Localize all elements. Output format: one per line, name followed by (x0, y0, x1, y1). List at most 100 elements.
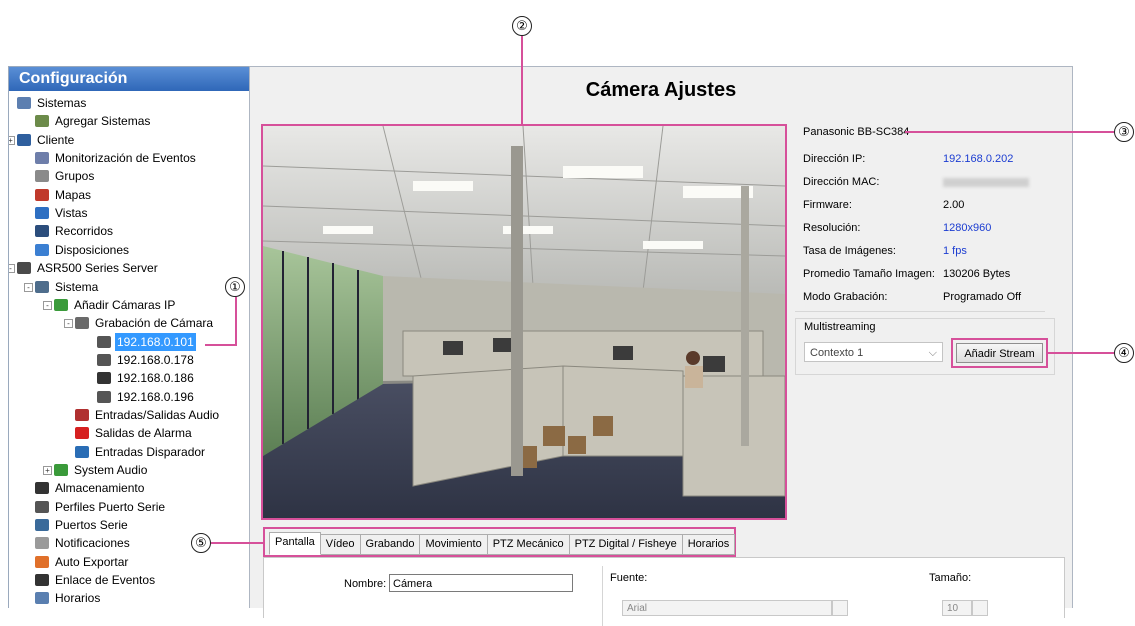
tree-item-label: 192.168.0.101 (115, 332, 196, 351)
tree-item-label: Mapas (55, 187, 92, 202)
tree-item-label: Recorridos (55, 224, 114, 239)
tree-item[interactable]: Salidas de Alarma (75, 424, 194, 442)
tree-item[interactable]: 192.168.0.101 (97, 332, 196, 351)
callout-3: ③ (1114, 122, 1134, 142)
callout-5: ⑤ (191, 533, 211, 553)
tree-item[interactable]: 192.168.0.196 (97, 388, 196, 406)
tree-expander[interactable]: - (24, 282, 33, 292)
size-select[interactable]: 10 (942, 600, 972, 616)
tree-item-label: Vistas (55, 206, 88, 221)
mac-address-blurred (943, 177, 1029, 187)
tree-item-label: Sistemas (37, 96, 87, 110)
tree-expander[interactable]: + (43, 466, 52, 475)
tree-item-label: Añadir Cámaras IP (74, 297, 176, 312)
tab-movimiento[interactable]: Movimiento (420, 534, 488, 555)
tree-item[interactable]: Enlace de Eventos (35, 571, 157, 589)
tree-expander[interactable]: - (9, 264, 15, 274)
stream-context-select[interactable]: Contexto 1 ⌵ (804, 342, 943, 362)
camera-recording-icon (75, 317, 89, 330)
tree-item[interactable]: Auto Exportar (35, 553, 130, 571)
tree-item[interactable]: System Audio (54, 461, 149, 479)
tree-item-label: Monitorización de Eventos (55, 151, 196, 166)
info-row-avg-image-size: Promedio Tamaño Imagen: 130206 Bytes (803, 268, 1011, 280)
event-monitor-icon (35, 152, 49, 165)
storage-icon (35, 482, 49, 495)
tab-ptz-digital-fisheye[interactable]: PTZ Digital / Fisheye (569, 534, 683, 555)
tours-icon (35, 225, 49, 238)
tree-item[interactable]: Añadir Cámaras IP (54, 296, 177, 314)
tree-item[interactable]: Almacenamiento (35, 479, 146, 497)
camera-info-panel: Panasonic BB-SC384 Dirección IP: 192.168.… (795, 121, 1045, 312)
tree-item[interactable]: Agregar Sistemas (35, 112, 152, 130)
tree-item-label: Auto Exportar (55, 554, 129, 569)
dome-camera-icon (97, 372, 111, 385)
tab-horarios[interactable]: Horarios (682, 534, 736, 555)
add-ip-camera-icon (54, 298, 68, 311)
tree-item[interactable]: Horarios (35, 589, 102, 607)
tree-item-label: System Audio (74, 463, 148, 477)
tree-item-label: ASR500 Series Server (37, 261, 158, 276)
tree-item[interactable]: Notificaciones (35, 534, 132, 552)
tree-item-label: 192.168.0.178 (117, 352, 194, 367)
tree-item-label: Almacenamiento (55, 481, 145, 496)
tab-ptz-mecanico[interactable]: PTZ Mecánico (487, 534, 570, 555)
tree-item-label: Entradas/Salidas Audio (95, 407, 220, 422)
auto-export-icon (35, 555, 49, 568)
tree-item[interactable]: Recorridos (35, 222, 115, 240)
multistreaming-label: Multistreaming (804, 321, 876, 333)
tree-item[interactable]: Grupos (35, 167, 96, 185)
groups-icon (35, 170, 49, 183)
add-system-icon (35, 115, 49, 128)
tree-item[interactable]: Disposiciones (35, 241, 131, 259)
settings-tabs: Pantalla Vídeo Grabando Movimiento PTZ M… (269, 532, 736, 555)
tree-item[interactable]: Monitorización de Eventos (35, 149, 198, 167)
callout-1-leader-h (205, 344, 237, 346)
tree-item-label: Grabación de Cámara (95, 316, 214, 331)
tree-item[interactable]: Entradas/Salidas Audio (75, 406, 221, 424)
tree-expander[interactable]: - (64, 319, 73, 329)
tree-item-label: Enlace de Eventos (55, 573, 156, 588)
tab-grabando[interactable]: Grabando (360, 534, 421, 555)
tab-pantalla[interactable]: Pantalla (269, 532, 321, 555)
font-select-arrow[interactable] (832, 600, 848, 616)
font-select[interactable]: Arial (622, 600, 832, 616)
tree-item[interactable]: Mapas (35, 186, 93, 204)
info-row-resolution: Resolución: 1280x960 (803, 222, 992, 234)
tree-item[interactable]: Sistema (35, 278, 100, 296)
tree-item[interactable]: Puertos Serie (35, 516, 130, 534)
systems-icon (17, 97, 31, 109)
chevron-down-icon: ⌵ (928, 347, 937, 359)
name-input[interactable]: Cámera (389, 574, 573, 592)
tree-item[interactable]: Perfiles Puerto Serie (35, 498, 167, 516)
notifications-icon (35, 537, 49, 550)
tree-item[interactable]: Cliente (17, 131, 76, 149)
callout-5-leader (211, 542, 263, 544)
size-select-arrow[interactable] (972, 600, 988, 616)
camera-live-preview (261, 124, 787, 520)
tree-item-label: Notificaciones (55, 536, 130, 551)
tree-item[interactable]: 192.168.0.178 (97, 351, 196, 369)
add-stream-button[interactable]: Añadir Stream (956, 343, 1043, 363)
camera-settings-panel: Cámera Ajustes Panasonic BB-SC384 Direcc… (249, 66, 1073, 626)
office-camera-image (263, 126, 785, 518)
callout-1-leader (235, 297, 237, 345)
callout-2: ② (512, 16, 532, 36)
tab-video[interactable]: Vídeo (320, 534, 361, 555)
font-label: Fuente: (610, 572, 648, 584)
info-row-ip: Dirección IP: 192.168.0.202 (803, 153, 1014, 165)
serial-port-icon (35, 519, 49, 532)
audio-io-icon (75, 408, 89, 421)
tree-item[interactable]: ASR500 Series Server (17, 259, 160, 277)
tree-item[interactable]: Vistas (35, 204, 89, 222)
layouts-icon (35, 243, 49, 256)
tree-item[interactable]: 192.168.0.186 (97, 369, 196, 387)
tree-item[interactable]: Sistemas (17, 94, 88, 112)
tree-item-label: Perfiles Puerto Serie (55, 499, 166, 514)
tree-expander[interactable]: + (9, 135, 15, 145)
tree-item[interactable]: Grabación de Cámara (75, 314, 215, 332)
tree-item[interactable]: Entradas Disparador (75, 443, 207, 461)
camera-icon (97, 335, 111, 348)
callout-4: ④ (1114, 343, 1134, 363)
size-label: Tamaño: (929, 572, 972, 584)
tree-expander[interactable]: - (43, 300, 52, 310)
